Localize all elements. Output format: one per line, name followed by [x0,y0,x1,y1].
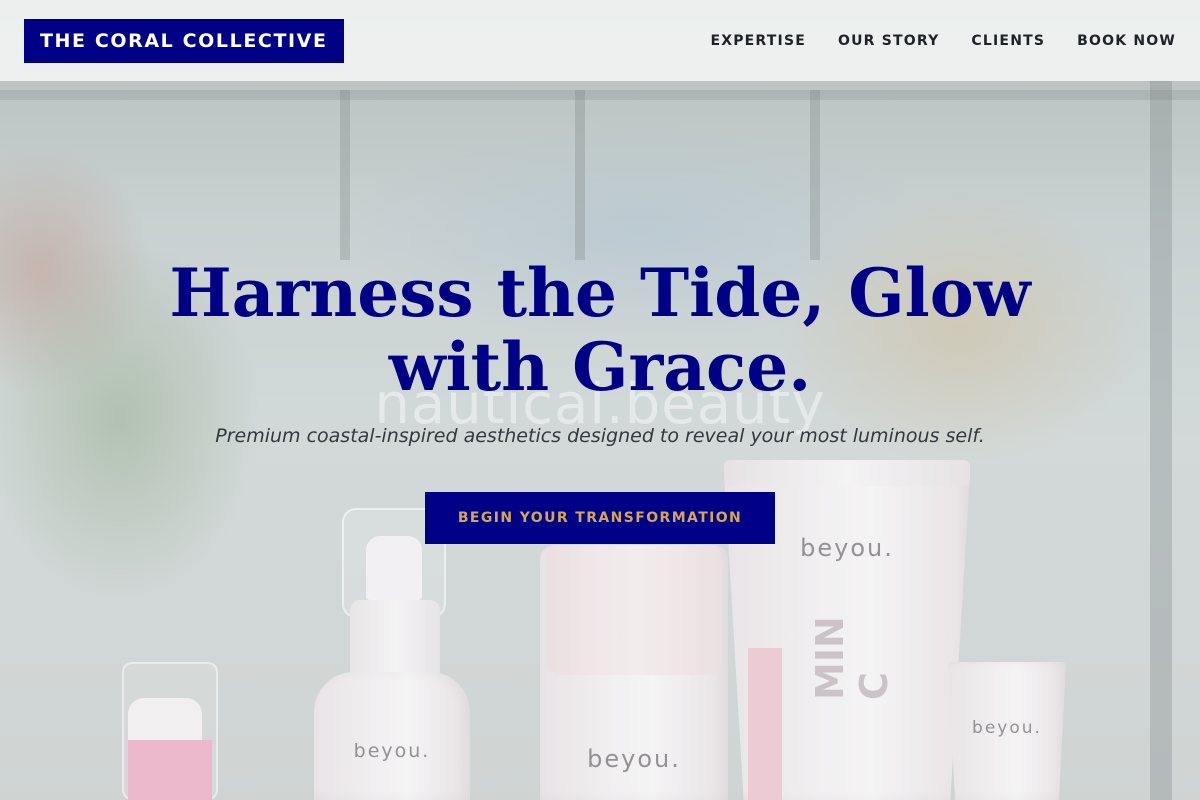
begin-transformation-button[interactable]: BEGIN YOUR TRANSFORMATION [425,492,775,544]
brand-logo[interactable]: THE CORAL COLLECTIVE [24,18,344,63]
main-nav: EXPERTISE OUR STORY CLIENTS BOOK NOW [710,33,1176,49]
site-header: THE CORAL COLLECTIVE EXPERTISE OUR STORY… [0,0,1200,81]
nav-link-expertise[interactable]: EXPERTISE [710,33,806,49]
nav-link-book-now[interactable]: BOOK NOW [1077,33,1176,49]
nav-link-clients[interactable]: CLIENTS [971,33,1045,49]
nav-link-our-story[interactable]: OUR STORY [838,33,939,49]
hero-title: Harness the Tide, Glow with Grace. [169,254,1031,406]
hero-subtitle: Premium coastal-inspired aesthetics desi… [215,425,985,447]
